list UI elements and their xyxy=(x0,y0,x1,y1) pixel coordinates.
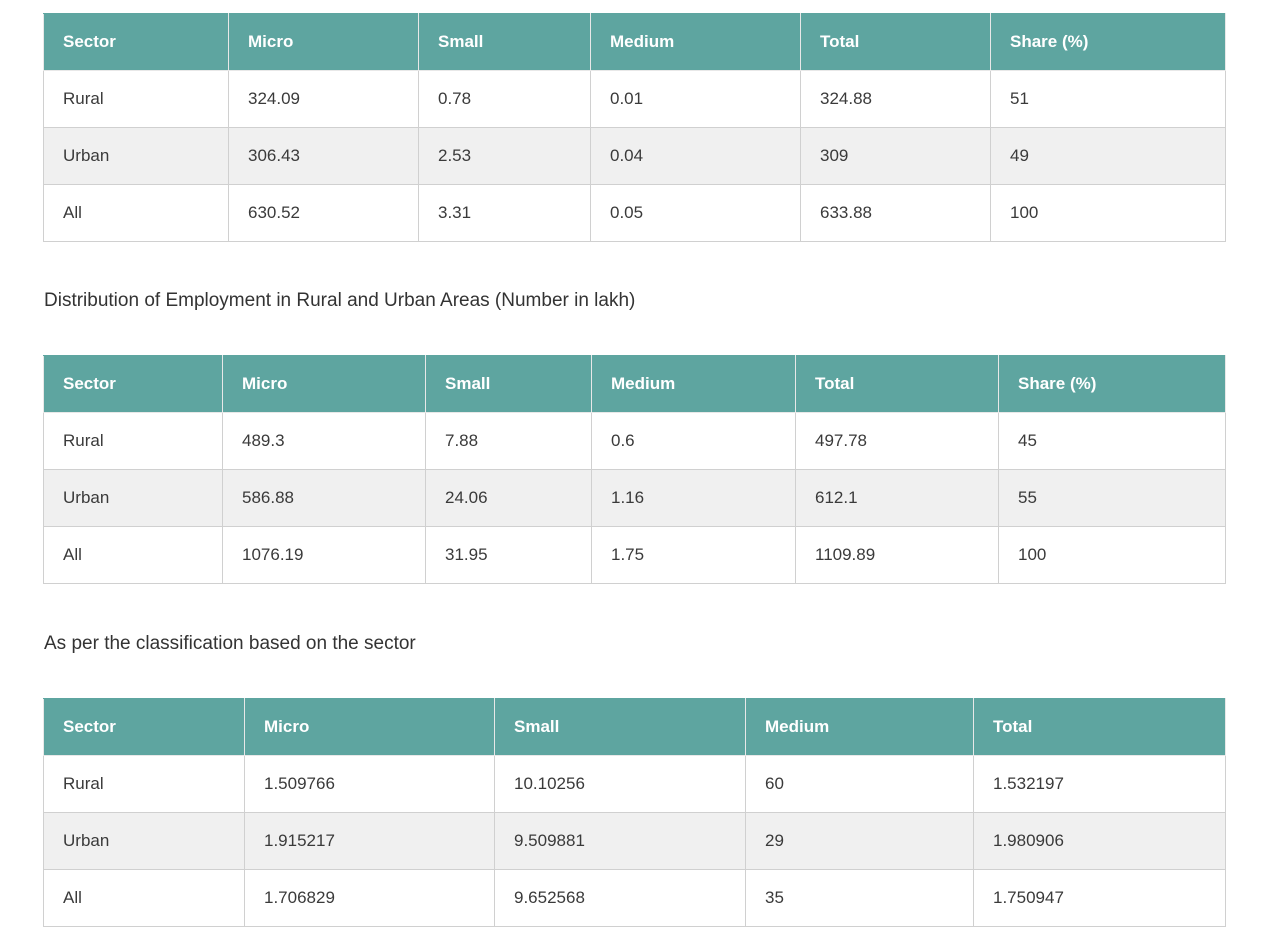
sector-classification-table: Sector Micro Small Medium Total Rural 1.… xyxy=(43,698,1226,927)
table-cell: 1.509766 xyxy=(244,755,495,813)
table-row: Rural 489.3 7.88 0.6 497.78 45 xyxy=(43,412,1226,470)
table-cell: 324.09 xyxy=(228,70,419,128)
header-cell: Sector xyxy=(43,698,245,756)
table-cell: 10.10256 xyxy=(494,755,746,813)
table-cell: 0.6 xyxy=(591,412,796,470)
table-cell: 633.88 xyxy=(800,184,991,242)
table-cell: 9.652568 xyxy=(494,869,746,927)
header-cell: Small xyxy=(425,355,592,413)
table-cell: Urban xyxy=(43,127,229,185)
table-cell: All xyxy=(43,184,229,242)
table-row: All 630.52 3.31 0.05 633.88 100 xyxy=(43,184,1226,242)
table-cell: 1.750947 xyxy=(973,869,1226,927)
table-row: Urban 586.88 24.06 1.16 612.1 55 xyxy=(43,469,1226,527)
table-cell: 2.53 xyxy=(418,127,591,185)
table-cell: 31.95 xyxy=(425,526,592,584)
table-cell: 1.75 xyxy=(591,526,796,584)
header-cell: Small xyxy=(494,698,746,756)
table-header-row: Sector Micro Small Medium Total Share (%… xyxy=(43,355,1226,413)
table-cell: 1076.19 xyxy=(222,526,426,584)
header-cell: Share (%) xyxy=(998,355,1226,413)
table-cell: 9.509881 xyxy=(494,812,746,870)
table-cell: 55 xyxy=(998,469,1226,527)
header-cell: Sector xyxy=(43,13,229,71)
employment-distribution-caption: Distribution of Employment in Rural and … xyxy=(44,290,636,311)
table-cell: 3.31 xyxy=(418,184,591,242)
table-cell: All xyxy=(43,526,223,584)
header-cell: Total xyxy=(800,13,991,71)
header-cell: Sector xyxy=(43,355,223,413)
table-cell: Urban xyxy=(43,469,223,527)
employment-distribution-table: Sector Micro Small Medium Total Share (%… xyxy=(43,355,1226,584)
header-cell: Medium xyxy=(745,698,974,756)
table-cell: Urban xyxy=(43,812,245,870)
table-row: Urban 1.915217 9.509881 29 1.980906 xyxy=(43,812,1226,870)
table-cell: 7.88 xyxy=(425,412,592,470)
table-cell: 35 xyxy=(745,869,974,927)
header-cell: Micro xyxy=(244,698,495,756)
header-cell: Total xyxy=(795,355,999,413)
table-cell: 1.16 xyxy=(591,469,796,527)
table-cell: 24.06 xyxy=(425,469,592,527)
sector-classification-caption: As per the classification based on the s… xyxy=(44,633,416,654)
table-cell: 324.88 xyxy=(800,70,991,128)
table-cell: 51 xyxy=(990,70,1226,128)
table-cell: 0.01 xyxy=(590,70,801,128)
table-row: All 1.706829 9.652568 35 1.750947 xyxy=(43,869,1226,927)
table-cell: 497.78 xyxy=(795,412,999,470)
table-cell: 612.1 xyxy=(795,469,999,527)
table-row: Rural 1.509766 10.10256 60 1.532197 xyxy=(43,755,1226,813)
table-cell: 586.88 xyxy=(222,469,426,527)
table-cell: 489.3 xyxy=(222,412,426,470)
table-cell: 1.706829 xyxy=(244,869,495,927)
table-cell: 1.980906 xyxy=(973,812,1226,870)
table-row: All 1076.19 31.95 1.75 1109.89 100 xyxy=(43,526,1226,584)
table-cell: 1.532197 xyxy=(973,755,1226,813)
table-header-row: Sector Micro Small Medium Total Share (%… xyxy=(43,13,1226,71)
table-cell: 0.04 xyxy=(590,127,801,185)
header-cell: Small xyxy=(418,13,591,71)
table-cell: Rural xyxy=(43,755,245,813)
header-cell: Medium xyxy=(591,355,796,413)
table-cell: 306.43 xyxy=(228,127,419,185)
table-cell: 0.78 xyxy=(418,70,591,128)
table-cell: 49 xyxy=(990,127,1226,185)
table-cell: Rural xyxy=(43,70,229,128)
table-cell: 60 xyxy=(745,755,974,813)
table-cell: 1109.89 xyxy=(795,526,999,584)
header-cell: Micro xyxy=(228,13,419,71)
table-row: Rural 324.09 0.78 0.01 324.88 51 xyxy=(43,70,1226,128)
table-cell: 29 xyxy=(745,812,974,870)
table-cell: All xyxy=(43,869,245,927)
header-cell: Share (%) xyxy=(990,13,1226,71)
table-cell: 100 xyxy=(990,184,1226,242)
table-cell: 309 xyxy=(800,127,991,185)
header-cell: Total xyxy=(973,698,1226,756)
table-row: Urban 306.43 2.53 0.04 309 49 xyxy=(43,127,1226,185)
table-cell: 45 xyxy=(998,412,1226,470)
header-cell: Medium xyxy=(590,13,801,71)
enterprise-distribution-table: Sector Micro Small Medium Total Share (%… xyxy=(43,13,1226,242)
header-cell: Micro xyxy=(222,355,426,413)
table-cell: 0.05 xyxy=(590,184,801,242)
table-cell: 100 xyxy=(998,526,1226,584)
table-header-row: Sector Micro Small Medium Total xyxy=(43,698,1226,756)
table-cell: Rural xyxy=(43,412,223,470)
table-cell: 630.52 xyxy=(228,184,419,242)
table-cell: 1.915217 xyxy=(244,812,495,870)
